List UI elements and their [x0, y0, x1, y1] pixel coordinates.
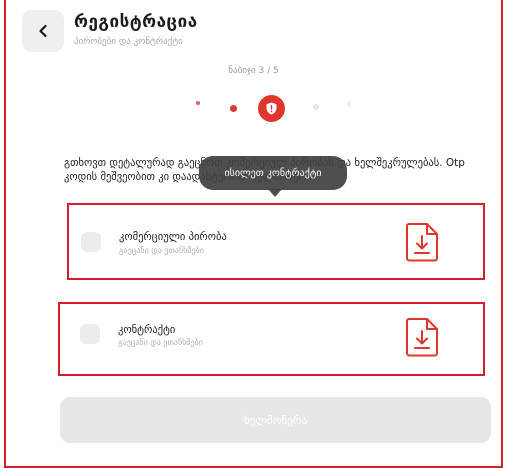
document-card-contract: კონტრაქტი გაეცანი და ეთანხმები [58, 302, 485, 376]
document-subtitle: გაეცანი და ეთანხმები [119, 246, 204, 255]
page-title: რეგისტრაცია [74, 12, 198, 32]
document-checkbox[interactable] [80, 324, 100, 344]
progress-stepper [0, 92, 507, 124]
back-button[interactable] [22, 10, 64, 52]
step-dot-4 [313, 104, 319, 110]
document-card-commercial-terms: კომერციული პირობა გაეცანი და ეთანხმები [67, 203, 485, 280]
document-title: კონტრაქტი [118, 324, 176, 336]
document-title: კომერციული პირობა [119, 231, 227, 243]
step-dot-2 [230, 105, 237, 112]
chevron-left-icon [39, 24, 47, 38]
document-checkbox[interactable] [81, 232, 101, 252]
tooltip-arrow [268, 189, 282, 197]
document-subtitle: გაეცანი და ეთანხმები [118, 338, 203, 347]
step-dot-active [258, 95, 285, 122]
file-download-icon[interactable] [405, 222, 439, 262]
file-download-icon[interactable] [405, 317, 439, 357]
page-subtitle: პირობები და კონტრაქტი [74, 37, 183, 47]
tooltip: ისილეთ კონტრაქტი [199, 156, 347, 190]
shield-alert-icon [266, 102, 277, 115]
step-counter: ნაბიჯი 3 / 5 [228, 66, 279, 76]
sign-button[interactable]: ხელმოწერა [60, 397, 491, 443]
step-dot-5 [347, 102, 351, 106]
step-dot-1 [196, 101, 200, 105]
